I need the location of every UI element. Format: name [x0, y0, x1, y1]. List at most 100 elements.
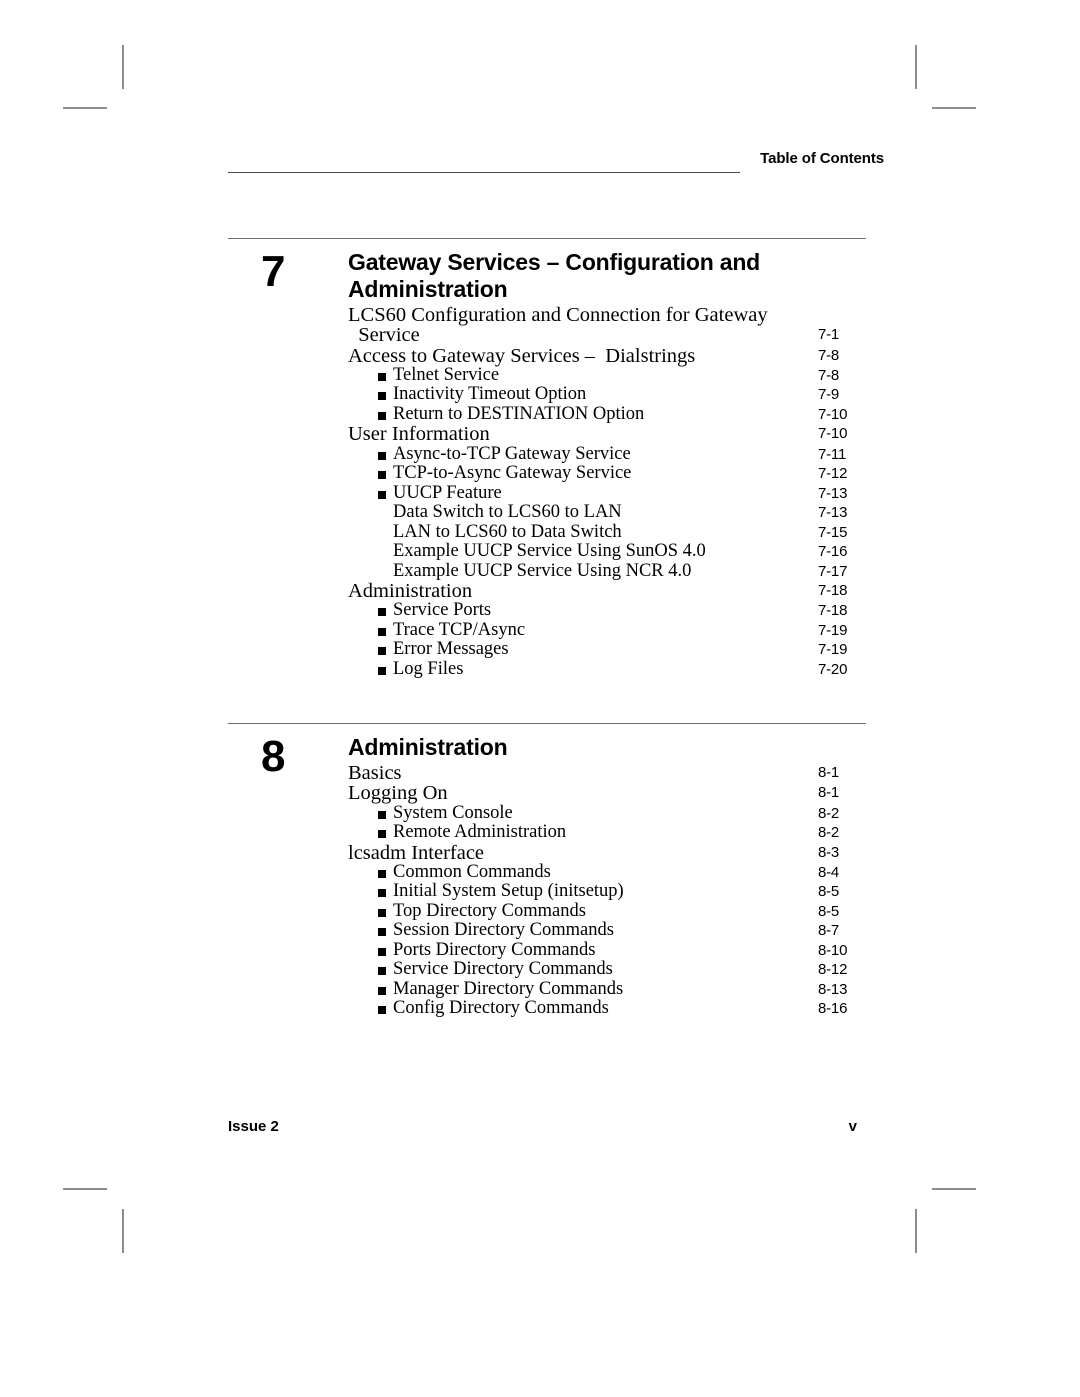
toc-entry-page-number: 8-5: [818, 902, 840, 920]
toc-entry-label: Basics: [348, 762, 402, 784]
square-bullet-icon: [378, 666, 386, 675]
header-rule: [228, 172, 740, 173]
toc-entry-page-number: 7-12: [818, 465, 848, 483]
toc-entry-page-number: 7-13: [818, 504, 848, 522]
toc-entry[interactable]: TCP-to-Async Gateway Service 7-12: [348, 464, 884, 484]
toc-entry[interactable]: System Console 8-2: [348, 802, 884, 824]
toc-entry-page-number: 7-13: [818, 484, 848, 502]
toc-entry-label: lcsadm Interface: [348, 841, 485, 864]
chapter-number: 8: [261, 732, 286, 781]
toc-entry-page-number: 8-10: [818, 941, 848, 959]
toc-entry-page-number: 8-1: [818, 764, 840, 781]
toc-entry[interactable]: UUCP Feature 7-13: [348, 482, 884, 504]
square-bullet-icon: [378, 608, 386, 617]
toc-entry[interactable]: LCS60 Configuration and Connection for G…: [348, 305, 884, 346]
toc-entry-label: Async-to-TCP Gateway Service: [393, 443, 631, 464]
footer-issue: Issue 2: [228, 1118, 279, 1135]
toc-entry-label: Common Commands: [393, 861, 551, 882]
square-bullet-icon: [378, 647, 386, 656]
toc-entry[interactable]: Ports Directory Commands 8-10: [348, 940, 884, 961]
toc-entry[interactable]: Error Messages 7-19: [348, 640, 884, 660]
toc-entry[interactable]: Service Directory Commands 8-12: [348, 960, 884, 980]
toc-entry-page-number: 7-10: [818, 405, 848, 423]
toc-entry-list: LCS60 Configuration and Connection for G…: [348, 305, 884, 679]
crop-mark-top-left-horizontal: [63, 107, 107, 109]
toc-entry[interactable]: lcsadm Interface 8-3: [348, 841, 884, 864]
toc-entry-label: Initial System Setup (initsetup): [393, 881, 624, 902]
toc-entry[interactable]: Access to Gateway Services – Dialstrings…: [348, 345, 884, 366]
square-bullet-icon: [378, 627, 386, 636]
toc-entry[interactable]: Async-to-TCP Gateway Service 7-11: [348, 443, 884, 465]
toc-entry[interactable]: LAN to LCS60 to Data Switch 7-15: [348, 521, 884, 543]
toc-entry[interactable]: Config Directory Commands 8-16: [348, 999, 884, 1019]
toc-entry[interactable]: Return to DESTINATION Option 7-10: [348, 403, 884, 425]
toc-entry-label: Manager Directory Commands: [393, 978, 624, 999]
square-bullet-icon: [378, 490, 386, 499]
toc-entry[interactable]: Administration 7-18: [348, 581, 884, 602]
toc-entry[interactable]: Manager Directory Commands 8-13: [348, 978, 884, 1000]
square-bullet-icon: [378, 830, 386, 839]
toc-entry-label: Remote Administration: [393, 822, 567, 843]
square-bullet-icon: [378, 908, 386, 917]
toc-entry[interactable]: Example UUCP Service Using SunOS 4.0 7-16: [348, 542, 884, 562]
chapter-title: Gateway Services – Configuration and Adm…: [348, 249, 761, 302]
toc-entry[interactable]: Common Commands 8-4: [348, 861, 884, 883]
square-bullet-icon: [378, 928, 386, 937]
chapter-rule: [228, 723, 866, 724]
running-header: Table of Contents: [228, 150, 884, 184]
toc-entry[interactable]: Inactivity Timeout Option 7-9: [348, 385, 884, 405]
toc-entry[interactable]: Session Directory Commands 8-7: [348, 921, 884, 941]
toc-entry[interactable]: Basics 8-1: [348, 762, 884, 784]
toc-entry[interactable]: Data Switch to LCS60 to LAN 7-13: [348, 503, 884, 523]
toc-entry[interactable]: Trace TCP/Async 7-19: [348, 620, 884, 641]
toc-entry-page-number: 7-11: [818, 445, 847, 463]
toc-entry[interactable]: Logging On 8-1: [348, 782, 884, 805]
toc-entry-label: System Console: [393, 802, 513, 823]
toc-entry-page-number: 7-20: [818, 660, 848, 678]
square-bullet-icon: [378, 451, 386, 460]
toc-entry-label: UUCP Feature: [393, 482, 502, 503]
toc-entry[interactable]: Initial System Setup (initsetup) 8-5: [348, 882, 884, 902]
toc-entry-label: Return to DESTINATION Option: [393, 403, 645, 424]
toc-entry[interactable]: Log Files 7-20: [348, 659, 884, 680]
footer-page-number: v: [848, 1118, 857, 1135]
toc-entry-page-number: 7-9: [818, 386, 840, 404]
toc-entry-page-number: 8-7: [818, 922, 840, 940]
toc-entry-page-number: 8-5: [818, 883, 840, 901]
toc-entry-label: LAN to LCS60 to Data Switch: [393, 521, 622, 542]
toc-entry-page-number: 8-13: [818, 980, 848, 998]
chapter-number: 7: [261, 247, 286, 296]
toc-entry[interactable]: Remote Administration 8-2: [348, 823, 884, 843]
toc-entry-page-number: 7-1: [818, 326, 840, 344]
toc-entry-page-number: 7-8: [818, 366, 840, 384]
toc-entry-label: Config Directory Commands: [393, 998, 609, 1019]
chapter-heading: 7 Gateway Services – Configuration and A…: [228, 249, 884, 303]
toc-entry-page-number: 8-1: [818, 784, 840, 802]
toc-entry-label: LCS60 Configuration and Connection for G…: [348, 304, 768, 347]
chapter-heading: 8 Administration: [228, 734, 884, 780]
toc-entry-page-number: 7-18: [818, 602, 848, 620]
toc-entry-page-number: 7-19: [818, 621, 848, 639]
toc-entry-label: Service Directory Commands: [393, 959, 613, 980]
toc-entry[interactable]: Top Directory Commands 8-5: [348, 901, 884, 922]
toc-entry-page-number: 7-19: [818, 641, 848, 659]
crop-mark-top-right-vertical: [915, 45, 917, 89]
toc-entry[interactable]: Service Ports 7-18: [348, 601, 884, 621]
toc-entry[interactable]: User Information 7-10: [348, 423, 884, 446]
toc-entry-label: Data Switch to LCS60 to LAN: [393, 502, 622, 523]
toc-entry[interactable]: Telnet Service 7-8: [348, 365, 884, 386]
square-bullet-icon: [378, 411, 386, 420]
square-bullet-icon: [378, 947, 386, 956]
toc-entry-label: TCP-to-Async Gateway Service: [393, 463, 632, 484]
chapter-block-8: 8 Administration Basics 8-1 Logging On 8-1 S…: [228, 723, 884, 1019]
toc-entry-page-number: 8-2: [818, 824, 840, 842]
crop-mark-bottom-right-vertical: [915, 1209, 917, 1253]
toc-entry-label: User Information: [348, 423, 490, 446]
toc-entry-label: Error Messages: [393, 639, 509, 660]
toc-entry-page-number: 8-4: [818, 863, 840, 881]
page-footer: Issue 2 v: [228, 1118, 884, 1142]
square-bullet-icon: [378, 1006, 386, 1015]
crop-mark-bottom-right-horizontal: [932, 1188, 976, 1190]
toc-entry[interactable]: Example UUCP Service Using NCR 4.0 7-17: [348, 561, 884, 582]
toc-entry-label: Logging On: [348, 782, 448, 805]
